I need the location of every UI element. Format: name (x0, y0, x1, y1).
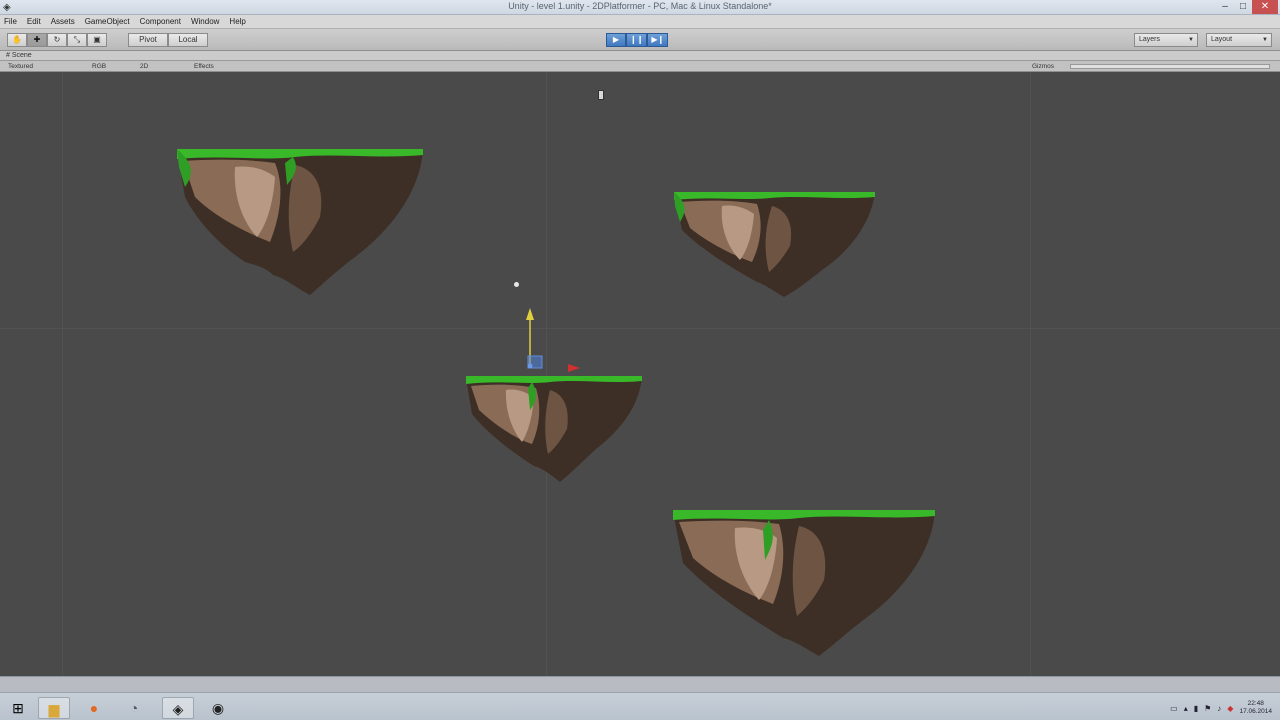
flag-icon[interactable]: ⚑ (1204, 704, 1211, 713)
effects-dropdown[interactable]: Effects (194, 62, 214, 71)
floating-island-platform[interactable] (175, 147, 425, 297)
layers-dropdown[interactable]: Layers ▼ (1134, 33, 1198, 47)
play-controls: ▶ ❙❙ ▶❙ (606, 33, 669, 47)
explorer-icon[interactable]: ▆ (38, 697, 70, 719)
grid-line (0, 328, 1280, 329)
misc-app-icon[interactable]: ◔ (118, 697, 150, 719)
window-controls: – □ ✕ (1216, 0, 1278, 14)
light-icon[interactable] (514, 282, 519, 287)
clock[interactable]: 22:48 17.06.2014 (1239, 700, 1272, 716)
main-toolbar: ✋ ✚ ↻ ⤡ ▣ Pivot Local ▶ ❙❙ ▶❙ Layers ▼ L… (0, 29, 1280, 51)
scene-tab-bar: # Scene (0, 51, 1280, 61)
camera-icon[interactable] (598, 90, 604, 100)
menu-assets[interactable]: Assets (51, 17, 75, 26)
floating-island-platform[interactable] (671, 508, 937, 658)
layers-label: Layers (1139, 36, 1161, 43)
scene-control-bar: Textured RGB 2D Effects Gizmos (0, 61, 1280, 72)
chevron-up-icon[interactable]: ▴ (1184, 704, 1188, 713)
gizmo-x-arrow-icon[interactable] (568, 364, 580, 372)
pivot-toggle[interactable]: Pivot (128, 33, 168, 47)
grid-line (62, 72, 63, 676)
firefox-icon[interactable]: ● (78, 697, 110, 719)
local-toggle[interactable]: Local (168, 33, 208, 47)
obs-icon[interactable]: ◉ (202, 697, 234, 719)
system-tray: ▭ ▴ ▮ ⚑ ♪ ◆ 22:48 17.06.2014 (1170, 697, 1272, 719)
clock-date: 17.06.2014 (1239, 708, 1272, 715)
scene-viewport[interactable] (0, 72, 1280, 676)
floating-island-platform[interactable] (464, 374, 644, 484)
pause-button[interactable]: ❙❙ (626, 33, 648, 47)
status-strip (0, 677, 1280, 693)
minimize-button[interactable]: – (1216, 0, 1234, 14)
tab-scene[interactable]: # Scene (6, 51, 32, 61)
unity-icon[interactable]: ◈ (162, 697, 194, 719)
scale-tool-button[interactable]: ⤡ (67, 33, 87, 47)
gizmos-dropdown[interactable]: Gizmos (1032, 62, 1054, 71)
clock-time: 22:48 (1247, 700, 1264, 707)
windows-taskbar: ⊞ ▆ ● ◔ ◈ ◉ ▭ ▴ ▮ ⚑ ♪ ◆ 22:48 17.06.2014 (0, 676, 1280, 720)
chevron-down-icon: ▼ (1262, 37, 1268, 43)
menu-edit[interactable]: Edit (27, 17, 41, 26)
shading-mode-dropdown[interactable]: Textured (8, 62, 33, 71)
menu-component[interactable]: Component (140, 17, 181, 26)
chevron-down-icon: ▼ (1188, 37, 1194, 43)
menu-help[interactable]: Help (229, 17, 245, 26)
network-icon[interactable]: ▮ (1194, 704, 1198, 713)
floating-island-platform[interactable] (672, 190, 877, 300)
rect-tool-button[interactable]: ▣ (87, 33, 107, 47)
keyboard-icon[interactable]: ▭ (1170, 704, 1178, 713)
render-mode-toggle[interactable]: RGB (92, 62, 106, 71)
menu-window[interactable]: Window (191, 17, 219, 26)
shield-icon[interactable]: ◆ (1227, 704, 1233, 713)
grid-line (1030, 72, 1031, 676)
gizmo-y-arrow-icon[interactable] (526, 308, 534, 320)
maximize-button[interactable]: □ (1234, 0, 1252, 14)
pivot-controls: Pivot Local (128, 33, 208, 47)
rotate-tool-button[interactable]: ↻ (47, 33, 67, 47)
transform-tools: ✋ ✚ ↻ ⤡ ▣ (7, 33, 107, 47)
scene-search-input[interactable] (1070, 64, 1270, 69)
move-tool-button[interactable]: ✚ (27, 33, 47, 47)
2d-mode-toggle[interactable]: 2D (140, 62, 148, 71)
gizmo-center (527, 363, 533, 369)
play-button[interactable]: ▶ (606, 33, 626, 47)
layout-dropdown[interactable]: Layout ▼ (1206, 33, 1272, 47)
layout-label: Layout (1211, 36, 1233, 43)
speaker-icon[interactable]: ♪ (1217, 704, 1221, 713)
menu-bar: File Edit Assets GameObject Component Wi… (0, 15, 1280, 29)
move-gizmo[interactable] (520, 304, 582, 376)
step-button[interactable]: ▶❙ (647, 33, 669, 47)
menu-gameobject[interactable]: GameObject (85, 17, 130, 26)
title-bar: ◈ Unity - level 1.unity - 2DPlatformer -… (0, 0, 1280, 15)
window-title: Unity - level 1.unity - 2DPlatformer - P… (508, 1, 772, 11)
close-button[interactable]: ✕ (1252, 0, 1278, 14)
windows-start-icon[interactable]: ⊞ (2, 697, 34, 719)
hand-tool-button[interactable]: ✋ (7, 33, 27, 47)
menu-file[interactable]: File (4, 17, 17, 26)
